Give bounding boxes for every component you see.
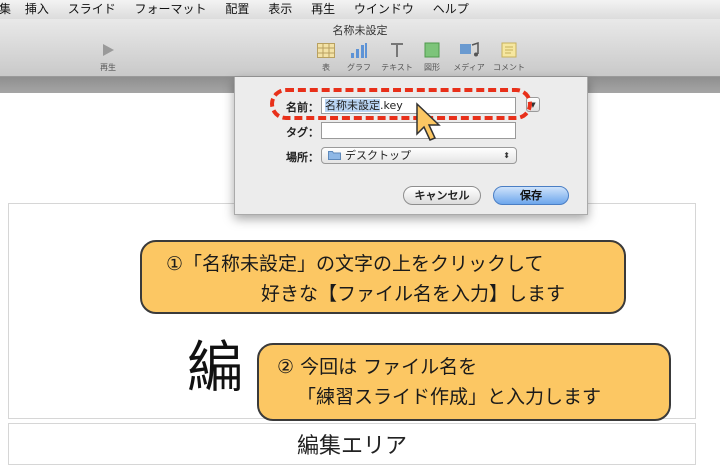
menu-view[interactable]: 表示 [268,0,292,19]
callout-2-line1: ② 今回は ファイル名を [277,356,478,378]
menu-window[interactable]: ウインドウ [354,0,414,19]
callout-1-line1: ①「名称未設定」の文字の上をクリックして [166,253,544,275]
play-label: 再生 [100,63,116,72]
menu-edit[interactable]: 集 [0,0,11,19]
menu-play[interactable]: 再生 [311,0,335,19]
menu-help[interactable]: ヘルプ [433,0,469,19]
menu-format[interactable]: フォーマット [135,0,207,19]
play-button[interactable]: 再生 [85,41,131,73]
window-title: 名称未設定 [332,24,388,37]
comment-icon [486,41,532,59]
menu-insert[interactable]: 挿入 [25,0,49,19]
callout-2-line2: 「練習スライド作成」と入力します [297,386,602,408]
menu-bar: 集 挿入 スライド フォーマット 配置 表示 再生 ウインドウ ヘルプ [0,0,720,20]
instruction-callout-2: ② 今回は ファイル名を 「練習スライド作成」と入力します [257,343,671,421]
edit-area-text[interactable]: 編集エリア [9,428,695,460]
callout-1-line2: 好きな【ファイル名を入力】します [261,283,566,305]
location-select[interactable]: デスクトップ ⬍ [321,147,517,164]
menu-arrange[interactable]: 配置 [225,0,249,19]
tag-label: タグ： [286,126,319,139]
menu-slide[interactable]: スライド [68,0,116,19]
slide-title-text[interactable]: 編 [187,341,243,397]
comment-label: コメント [493,63,525,72]
updown-arrows-icon: ⬍ [503,151,510,160]
play-icon [85,41,131,59]
window-toolbar: 名称未設定 再生 表 グラフ テキスト 図形 メディア コメント [0,19,720,77]
folder-icon [328,151,341,160]
cancel-button[interactable]: キャンセル [403,186,481,205]
location-label: 場所： [286,151,319,164]
location-value: デスクトップ [345,149,411,162]
pointer-cursor-icon [416,102,441,141]
save-button[interactable]: 保存 [493,186,569,205]
instruction-callout-1: ①「名称未設定」の文字の上をクリックして 好きな【ファイル名を入力】します [140,240,626,314]
filename-highlight [270,88,532,120]
comment-button[interactable]: コメント [486,41,532,73]
slide-body-area[interactable]: 編集エリア [8,423,696,465]
